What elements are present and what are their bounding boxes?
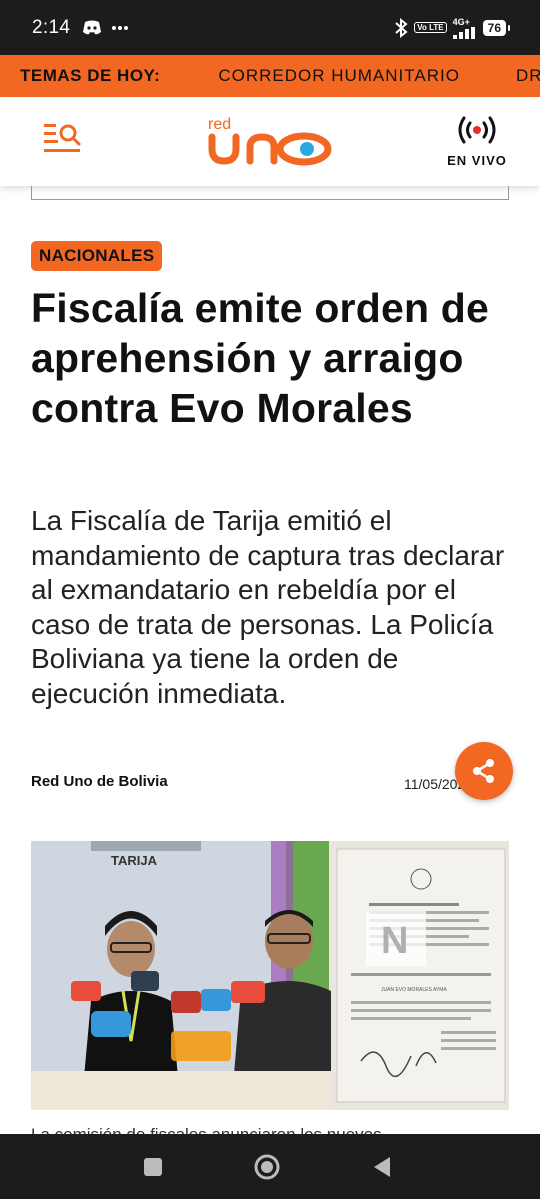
volte-badge: Vo LTE xyxy=(414,22,447,33)
article-photo[interactable]: TARIJA N JUAN EVO MORALES AYMA xyxy=(31,841,509,1110)
bluetooth-icon xyxy=(395,17,408,38)
signal-icon xyxy=(452,26,475,39)
network-type: 4G+ xyxy=(452,16,470,27)
share-icon xyxy=(473,759,494,783)
system-nav-bar xyxy=(0,1134,540,1199)
nav-home-button[interactable] xyxy=(252,1152,282,1182)
topic-next[interactable]: DR xyxy=(516,66,540,86)
article-headline: Fiscalía emite orden de aprehensión y ar… xyxy=(31,285,490,431)
topics-bar: TEMAS DE HOY: CORREDOR HUMANITARIO DR xyxy=(0,55,540,97)
article-summary: La Fiscalía de Tarija emitió el mandamie… xyxy=(31,505,505,709)
status-time: 2:14 xyxy=(32,16,71,38)
site-header: red EN VIVO xyxy=(0,97,540,186)
nav-recents-button[interactable] xyxy=(138,1152,168,1182)
live-broadcast-icon xyxy=(458,116,496,144)
photo-doc-name: JUAN EVO MORALES AYMA xyxy=(381,987,447,993)
category-badge[interactable]: NACIONALES xyxy=(31,241,163,271)
logo-small-text: red xyxy=(208,116,231,133)
status-bar: 2:14 Vo LTE 4G+ 76 xyxy=(0,0,540,55)
nav-recents-icon xyxy=(144,1158,162,1176)
menu-search-icon[interactable] xyxy=(42,122,82,156)
live-button[interactable]: EN VIVO xyxy=(444,115,510,168)
nav-home-icon xyxy=(254,1154,280,1180)
nav-back-button[interactable] xyxy=(367,1152,397,1182)
red-uno-logo[interactable]: red xyxy=(206,115,334,171)
topics-label: TEMAS DE HOY: xyxy=(20,66,161,85)
photo-wall-sign: TARIJA xyxy=(111,853,158,868)
ad-frame xyxy=(31,186,509,200)
share-button[interactable] xyxy=(455,742,513,800)
more-dots-icon xyxy=(112,25,129,30)
battery-indicator: 76 xyxy=(482,19,511,36)
nav-back-icon xyxy=(374,1157,390,1177)
live-label: EN VIVO xyxy=(447,153,507,168)
photo-watermark: N xyxy=(381,920,408,962)
article-author[interactable]: Red Uno de Bolivia xyxy=(31,773,168,790)
discord-icon xyxy=(83,20,102,34)
topic-corredor-humanitario[interactable]: CORREDOR HUMANITARIO xyxy=(218,66,460,86)
